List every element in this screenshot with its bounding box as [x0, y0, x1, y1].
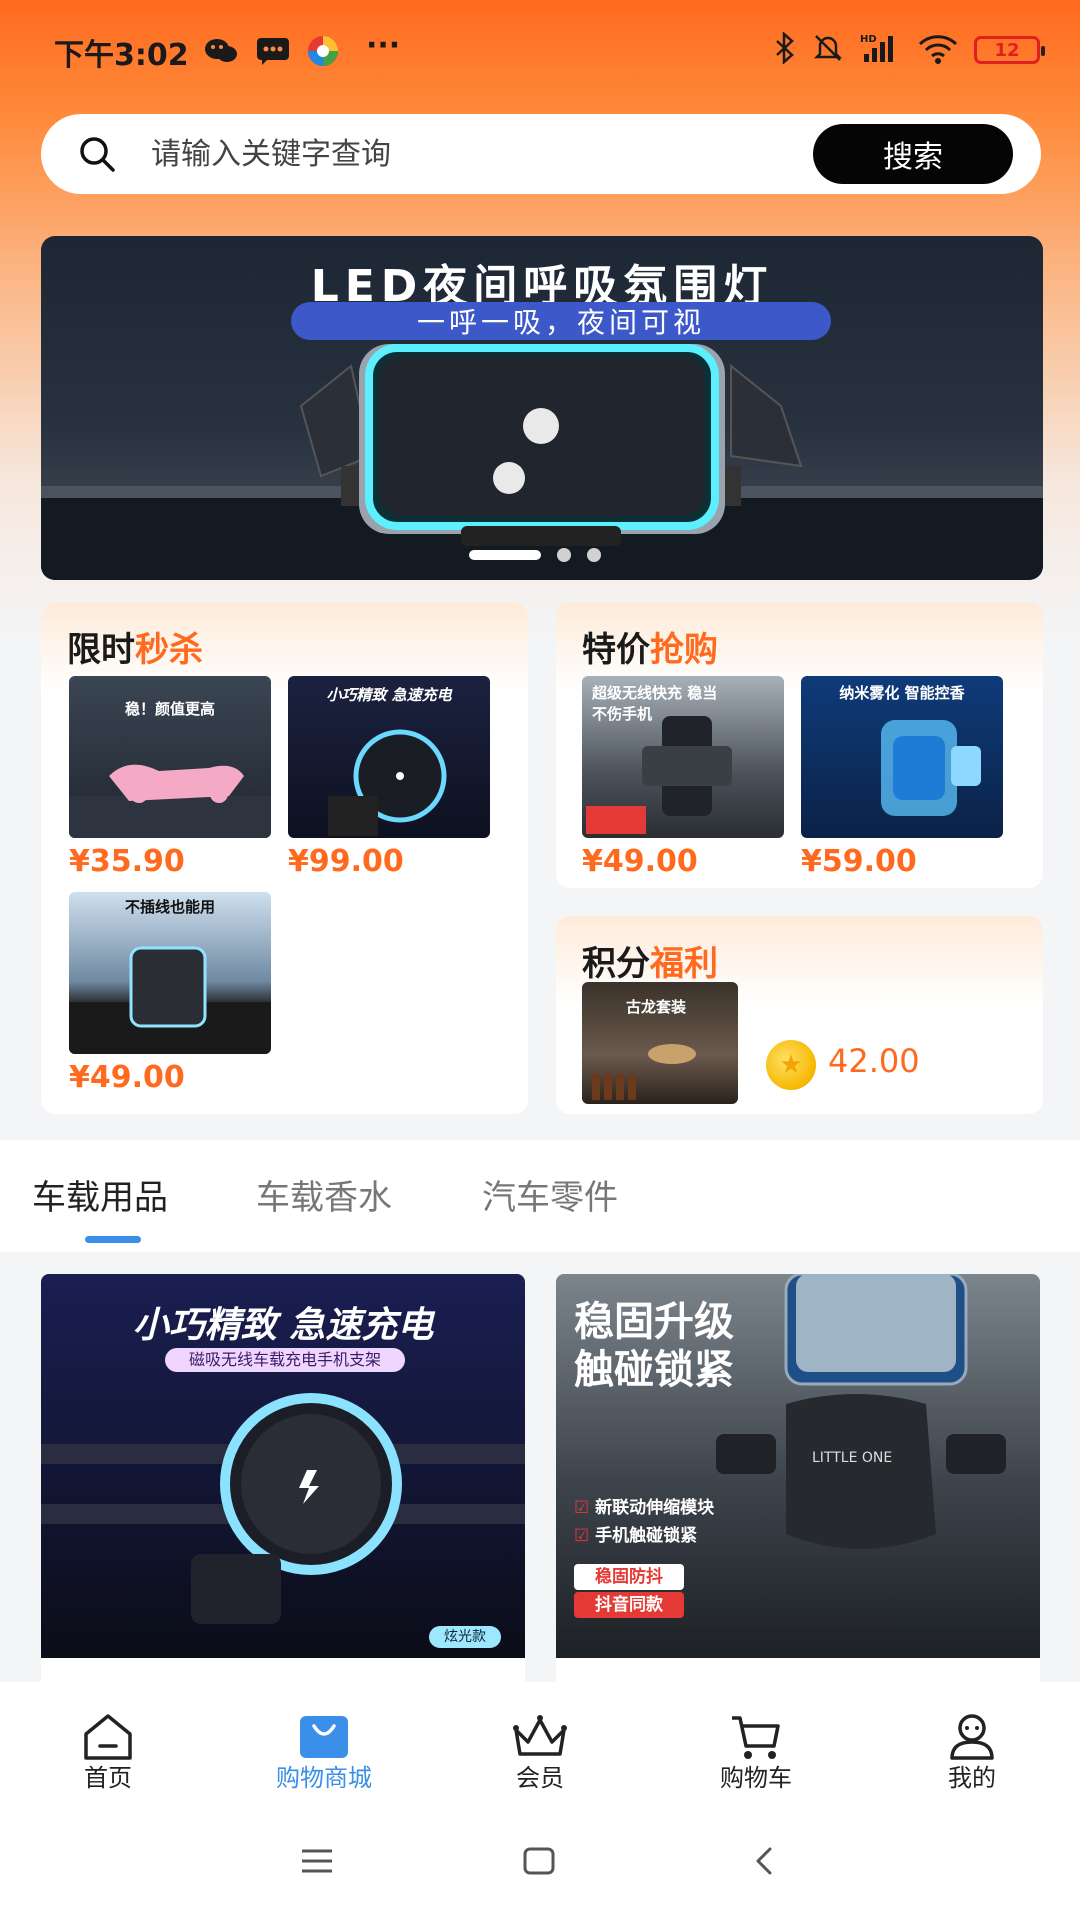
nav-cart[interactable]: 购物车	[648, 1682, 864, 1800]
banner-pagination[interactable]	[469, 548, 601, 562]
search-icon	[77, 134, 117, 174]
search-bar: 搜索	[41, 114, 1041, 194]
points-item-image[interactable]: 古龙套装	[582, 982, 738, 1104]
signal-icon: HD	[860, 32, 902, 68]
system-navigation-bar	[0, 1800, 1080, 1920]
wifi-icon	[918, 32, 958, 68]
cart-icon	[732, 1716, 780, 1759]
shopping-bag-icon	[300, 1716, 348, 1758]
flash-sale-card: 限时秒杀 稳！颜值更高 ¥35.90 小巧精致 急速充电 ¥99.00 不插线也…	[41, 602, 528, 1114]
battery-level: 12	[994, 39, 1020, 61]
checkbox-icon: ☑	[574, 1526, 590, 1546]
back-icon[interactable]	[752, 1846, 776, 1876]
home-square-icon[interactable]	[522, 1846, 556, 1876]
bluetooth-icon	[774, 31, 796, 68]
nav-profile-label: 我的	[948, 1764, 996, 1792]
profile-icon	[950, 1714, 994, 1760]
nav-home-label: 首页	[84, 1764, 132, 1792]
flash-sale-item-3-price: ¥49.00	[69, 1060, 185, 1095]
svg-text:HD: HD	[860, 34, 877, 45]
active-tab-indicator	[85, 1236, 141, 1243]
flash-sale-title: 限时秒杀	[67, 630, 203, 670]
tab-car-perfume[interactable]: 车载香水	[256, 1170, 392, 1219]
product-image: 稳固升级 触碰锁紧 LITTLE ONE ☑ 新联动伸缩模块 ☑ 手机触碰锁紧 …	[556, 1274, 1040, 1658]
bottom-navigation: 首页 购物商城 会员 购物车 我的	[0, 1682, 1080, 1800]
search-input[interactable]	[151, 114, 831, 194]
special-price-card: 特价抢购 超级无线快充 稳当不伤手机 ¥49.00 纳米雾化 智能控香 ¥59.…	[556, 602, 1043, 888]
product-brand: LITTLE ONE	[812, 1450, 893, 1466]
status-bar: 下午3:02 ··· HD 12	[0, 0, 1080, 100]
special-price-title: 特价抢购	[582, 630, 718, 670]
flash-sale-item-2-image[interactable]: 小巧精致 急速充电	[288, 676, 490, 838]
more-notifications-icon: ···	[366, 27, 401, 63]
nav-profile[interactable]: 我的	[864, 1682, 1080, 1800]
mute-bell-icon	[812, 32, 844, 68]
product-card[interactable]: 稳固升级 触碰锁紧 LITTLE ONE ☑ 新联动伸缩模块 ☑ 手机触碰锁紧 …	[556, 1274, 1040, 1694]
nav-shopping-mall[interactable]: 购物商城	[216, 1682, 432, 1800]
search-button[interactable]: 搜索	[813, 124, 1013, 184]
special-price-item-2-price: ¥59.00	[801, 844, 917, 879]
nav-home[interactable]: 首页	[0, 1682, 216, 1800]
product-tag: 抖音同款	[574, 1592, 684, 1618]
checkbox-icon: ☑	[574, 1498, 590, 1518]
nav-shopping-mall-label: 购物商城	[276, 1764, 372, 1792]
points-coin-icon	[766, 1040, 816, 1090]
pagination-dot-1[interactable]	[469, 550, 541, 560]
special-price-item-1-image[interactable]: 超级无线快充 稳当不伤手机	[582, 676, 784, 838]
points-value: 42.00	[828, 1042, 920, 1080]
flash-sale-item-1-image[interactable]: 稳！颜值更高	[69, 676, 271, 838]
pagination-dot-3[interactable]	[587, 548, 601, 562]
special-price-item-2-image[interactable]: 纳米雾化 智能控香	[801, 676, 1003, 838]
battery-icon: 12	[974, 36, 1045, 64]
flash-sale-item-2-price: ¥99.00	[288, 844, 404, 879]
menu-icon[interactable]	[300, 1848, 334, 1874]
points-card: 积分福利 古龙套装 42.00	[556, 916, 1043, 1114]
banner-subtitle: 一呼一吸，夜间可视	[291, 302, 831, 340]
wechat-icon	[204, 36, 238, 66]
nav-member[interactable]: 会员	[432, 1682, 648, 1800]
flash-sale-item-1-price: ¥35.90	[69, 844, 185, 879]
product-features: ☑ 新联动伸缩模块 ☑ 手机触碰锁紧	[574, 1498, 715, 1546]
product-image: 小巧精致 急速充电 磁吸无线车载充电手机支架 炫光款	[41, 1274, 525, 1658]
nav-member-label: 会员	[516, 1764, 564, 1792]
nav-cart-label: 购物车	[720, 1764, 792, 1792]
pagination-dot-2[interactable]	[557, 548, 571, 562]
product-card[interactable]: 小巧精致 急速充电 磁吸无线车载充电手机支架 炫光款	[41, 1274, 525, 1694]
points-title: 积分福利	[582, 944, 718, 984]
tab-auto-parts[interactable]: 汽车零件	[482, 1170, 618, 1219]
home-icon	[84, 1714, 132, 1760]
product-badge: 炫光款	[429, 1626, 501, 1648]
crown-icon	[513, 1715, 567, 1756]
app-icon	[306, 36, 340, 66]
message-icon	[256, 36, 290, 66]
status-time: 下午3:02	[54, 38, 189, 73]
special-price-item-1-price: ¥49.00	[582, 844, 698, 879]
product-tag: 稳固防抖	[574, 1564, 684, 1590]
tab-car-accessories[interactable]: 车载用品	[32, 1170, 168, 1219]
promo-banner[interactable]: LED夜间呼吸氛围灯 一呼一吸，夜间可视	[41, 236, 1043, 580]
flash-sale-item-3-image[interactable]: 不插线也能用	[69, 892, 271, 1054]
category-tabs: 车载用品 车载香水 汽车零件	[0, 1140, 1080, 1252]
